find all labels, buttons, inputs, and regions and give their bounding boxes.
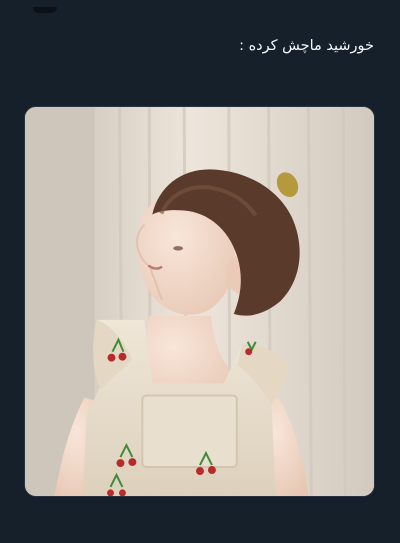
photo-illustration [25,107,374,496]
top-edge-mark [33,7,57,13]
dress-bib [141,394,238,469]
tweet-text: خورشید ماچش کرده : [239,38,374,54]
eye [173,246,184,251]
tweet-photo[interactable] [24,106,375,497]
